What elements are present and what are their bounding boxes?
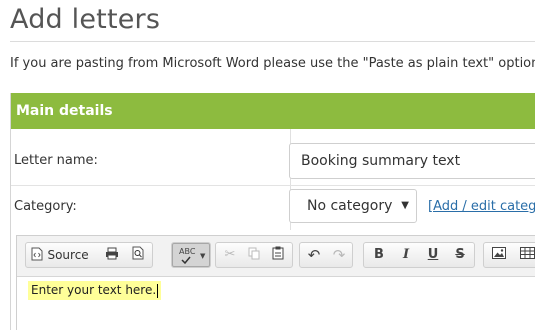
- title-divider: [10, 41, 535, 42]
- toolbar-group-formatting: B I U S: [363, 242, 475, 268]
- letter-name-input[interactable]: [289, 143, 535, 179]
- editor-text-value: Enter your text here.: [31, 283, 157, 297]
- paste-notice: If you are pasting from Microsoft Word p…: [10, 56, 535, 71]
- redo-button[interactable]: ↷: [327, 243, 351, 267]
- add-letters-page: Add letters If you are pasting from Micr…: [0, 0, 535, 330]
- main-details-panel: Main details Letter name: Category: No c…: [10, 93, 535, 330]
- image-icon: [492, 247, 506, 259]
- panel-header: Main details: [11, 93, 535, 129]
- editor-toolbar: Source ABC ▼ ✂ ↶ ↷ B I U S: [17, 236, 535, 277]
- copy-button[interactable]: [242, 243, 266, 267]
- cut-icon: ✂: [224, 247, 236, 262]
- underline-icon: U: [427, 247, 439, 262]
- toolbar-group-insert: [483, 242, 535, 268]
- bold-button[interactable]: B: [366, 243, 392, 267]
- toolbar-group-history: ↶ ↷: [299, 242, 353, 268]
- redo-icon: ↷: [332, 246, 346, 264]
- toolbar-group-clipboard: ✂: [215, 242, 293, 268]
- print-button[interactable]: [100, 243, 124, 267]
- paste-icon: [272, 246, 284, 260]
- source-button[interactable]: Source: [28, 243, 92, 267]
- editor-content-area[interactable]: Enter your text here.: [17, 277, 535, 330]
- table-icon: [519, 247, 535, 259]
- add-edit-category-link[interactable]: [Add / edit catego: [428, 199, 535, 214]
- undo-icon: ↶: [307, 246, 321, 264]
- cut-button[interactable]: ✂: [218, 243, 242, 267]
- text-caret: [157, 283, 159, 298]
- italic-icon: I: [402, 247, 410, 262]
- underline-button[interactable]: U: [420, 243, 446, 267]
- toolbar-group-document: Source: [25, 242, 153, 268]
- paste-button[interactable]: [266, 243, 290, 267]
- category-label: Category:: [14, 199, 77, 214]
- italic-button[interactable]: I: [393, 243, 419, 267]
- row-divider: [11, 185, 535, 186]
- source-icon: [31, 247, 43, 261]
- editor-text: Enter your text here.: [28, 281, 162, 300]
- source-label: Source: [47, 248, 89, 262]
- preview-button[interactable]: [126, 243, 150, 267]
- undo-button[interactable]: ↶: [302, 243, 326, 267]
- print-icon: [106, 247, 118, 260]
- strikethrough-button[interactable]: S: [447, 243, 473, 267]
- spellcheck-button[interactable]: ABC ▼: [172, 243, 210, 267]
- category-selected-value: No category: [307, 198, 393, 214]
- chevron-down-icon: ▼: [200, 252, 206, 260]
- image-button[interactable]: [486, 243, 512, 267]
- table-button[interactable]: [514, 243, 535, 267]
- toolbar-group-spellcheck: ABC ▼: [171, 242, 211, 268]
- copy-icon: [248, 247, 260, 260]
- check-icon: [181, 256, 191, 264]
- letter-editor: Source ABC ▼ ✂ ↶ ↷ B I U S Enter your te…: [16, 235, 535, 330]
- strikethrough-icon: S: [455, 247, 465, 262]
- chevron-down-icon: ▼: [401, 200, 409, 211]
- letter-name-label: Letter name:: [14, 153, 98, 168]
- preview-icon: [132, 246, 144, 260]
- category-select[interactable]: No category ▼: [289, 189, 417, 223]
- bold-icon: B: [374, 247, 384, 262]
- page-title: Add letters: [10, 4, 161, 35]
